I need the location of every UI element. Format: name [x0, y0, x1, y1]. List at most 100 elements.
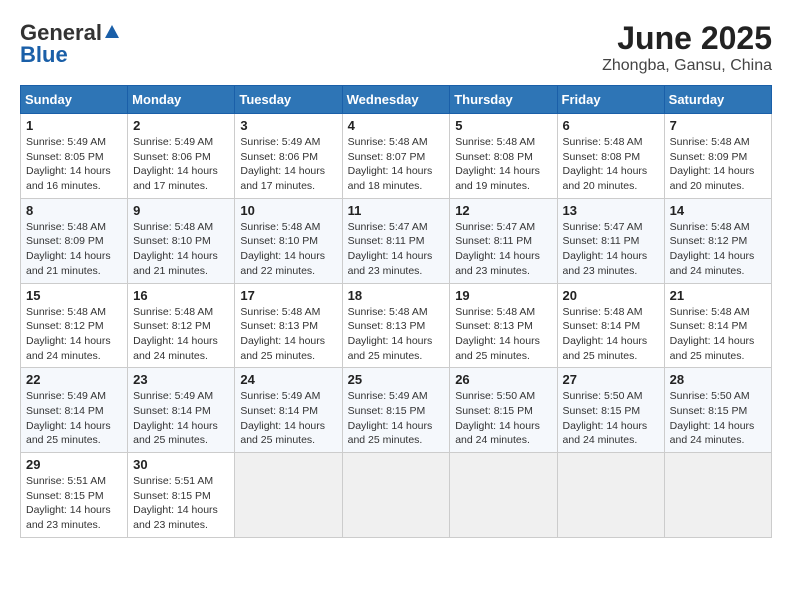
day-info: Sunrise: 5:50 AM Sunset: 8:15 PM Dayligh…: [563, 389, 659, 448]
calendar-cell: 15 Sunrise: 5:48 AM Sunset: 8:12 PM Dayli…: [21, 283, 128, 368]
day-number: 8: [26, 203, 122, 218]
day-info: Sunrise: 5:48 AM Sunset: 8:08 PM Dayligh…: [455, 135, 551, 194]
calendar-cell: 7Sunrise: 5:48 AM Sunset: 8:09 PM Daylig…: [664, 114, 771, 199]
day-number: 14: [670, 203, 766, 218]
calendar-cell: 26 Sunrise: 5:50 AM Sunset: 8:15 PM Dayli…: [450, 368, 557, 453]
day-info: Sunrise: 5:48 AM Sunset: 8:09 PM Dayligh…: [26, 220, 122, 279]
calendar-cell: 2 Sunrise: 5:49 AM Sunset: 8:06 PM Daylig…: [128, 114, 235, 199]
calendar-cell: 4Sunrise: 5:48 AM Sunset: 8:07 PM Daylig…: [342, 114, 450, 199]
calendar-cell: 16 Sunrise: 5:48 AM Sunset: 8:12 PM Dayli…: [128, 283, 235, 368]
calendar-cell: 23Sunrise: 5:49 AM Sunset: 8:14 PM Dayli…: [128, 368, 235, 453]
day-number: 10: [240, 203, 336, 218]
calendar-week-0: 1 Sunrise: 5:49 AM Sunset: 8:05 PM Daylig…: [21, 114, 772, 199]
day-number: 26: [455, 372, 551, 387]
day-info: Sunrise: 5:48 AM Sunset: 8:08 PM Dayligh…: [563, 135, 659, 194]
day-info: Sunrise: 5:49 AM Sunset: 8:15 PM Dayligh…: [348, 389, 445, 448]
calendar-cell: 17 Sunrise: 5:48 AM Sunset: 8:13 PM Dayli…: [235, 283, 342, 368]
day-info: Sunrise: 5:48 AM Sunset: 8:12 PM Dayligh…: [26, 305, 122, 364]
calendar-cell: 11 Sunrise: 5:47 AM Sunset: 8:11 PM Dayli…: [342, 198, 450, 283]
day-number: 16: [133, 288, 229, 303]
calendar-cell: [342, 453, 450, 538]
day-info: Sunrise: 5:48 AM Sunset: 8:13 PM Dayligh…: [455, 305, 551, 364]
calendar-week-2: 15 Sunrise: 5:48 AM Sunset: 8:12 PM Dayli…: [21, 283, 772, 368]
day-number: 6: [563, 118, 659, 133]
calendar-header-thursday: Thursday: [450, 86, 557, 114]
day-number: 25: [348, 372, 445, 387]
day-number: 30: [133, 457, 229, 472]
day-number: 18: [348, 288, 445, 303]
calendar-cell: 8 Sunrise: 5:48 AM Sunset: 8:09 PM Daylig…: [21, 198, 128, 283]
day-info: Sunrise: 5:48 AM Sunset: 8:12 PM Dayligh…: [670, 220, 766, 279]
calendar-cell: 28Sunrise: 5:50 AM Sunset: 8:15 PM Dayli…: [664, 368, 771, 453]
day-info: Sunrise: 5:49 AM Sunset: 8:14 PM Dayligh…: [240, 389, 336, 448]
calendar-week-1: 8 Sunrise: 5:48 AM Sunset: 8:09 PM Daylig…: [21, 198, 772, 283]
calendar-table: SundayMondayTuesdayWednesdayThursdayFrid…: [20, 85, 772, 538]
page-title: June 2025: [602, 20, 772, 57]
day-info: Sunrise: 5:47 AM Sunset: 8:11 PM Dayligh…: [348, 220, 445, 279]
calendar-header-monday: Monday: [128, 86, 235, 114]
day-number: 13: [563, 203, 659, 218]
day-info: Sunrise: 5:47 AM Sunset: 8:11 PM Dayligh…: [455, 220, 551, 279]
page-header: General Blue June 2025 Zhongba, Gansu, C…: [20, 20, 772, 75]
day-info: Sunrise: 5:48 AM Sunset: 8:10 PM Dayligh…: [240, 220, 336, 279]
day-info: Sunrise: 5:50 AM Sunset: 8:15 PM Dayligh…: [670, 389, 766, 448]
calendar-cell: 25 Sunrise: 5:49 AM Sunset: 8:15 PM Dayli…: [342, 368, 450, 453]
day-info: Sunrise: 5:47 AM Sunset: 8:11 PM Dayligh…: [563, 220, 659, 279]
day-info: Sunrise: 5:48 AM Sunset: 8:13 PM Dayligh…: [240, 305, 336, 364]
logo-triangle-icon: [105, 25, 119, 38]
title-block: June 2025 Zhongba, Gansu, China: [602, 20, 772, 75]
day-number: 24: [240, 372, 336, 387]
day-number: 15: [26, 288, 122, 303]
calendar-cell: 13 Sunrise: 5:47 AM Sunset: 8:11 PM Dayli…: [557, 198, 664, 283]
calendar-header-tuesday: Tuesday: [235, 86, 342, 114]
day-info: Sunrise: 5:50 AM Sunset: 8:15 PM Dayligh…: [455, 389, 551, 448]
day-info: Sunrise: 5:49 AM Sunset: 8:05 PM Dayligh…: [26, 135, 122, 194]
page-subtitle: Zhongba, Gansu, China: [602, 57, 772, 75]
day-info: Sunrise: 5:51 AM Sunset: 8:15 PM Dayligh…: [26, 474, 122, 533]
day-number: 23: [133, 372, 229, 387]
calendar-cell: 12 Sunrise: 5:47 AM Sunset: 8:11 PM Dayli…: [450, 198, 557, 283]
logo-blue: Blue: [20, 42, 68, 68]
day-info: Sunrise: 5:49 AM Sunset: 8:06 PM Dayligh…: [240, 135, 336, 194]
day-info: Sunrise: 5:48 AM Sunset: 8:10 PM Dayligh…: [133, 220, 229, 279]
day-info: Sunrise: 5:48 AM Sunset: 8:13 PM Dayligh…: [348, 305, 445, 364]
calendar-cell: 22Sunrise: 5:49 AM Sunset: 8:14 PM Dayli…: [21, 368, 128, 453]
day-info: Sunrise: 5:48 AM Sunset: 8:14 PM Dayligh…: [563, 305, 659, 364]
calendar-cell: [450, 453, 557, 538]
calendar-cell: [235, 453, 342, 538]
calendar-cell: 3Sunrise: 5:49 AM Sunset: 8:06 PM Daylig…: [235, 114, 342, 199]
calendar-header-saturday: Saturday: [664, 86, 771, 114]
day-info: Sunrise: 5:51 AM Sunset: 8:15 PM Dayligh…: [133, 474, 229, 533]
calendar-cell: 14 Sunrise: 5:48 AM Sunset: 8:12 PM Dayli…: [664, 198, 771, 283]
day-number: 11: [348, 203, 445, 218]
calendar-cell: 20Sunrise: 5:48 AM Sunset: 8:14 PM Dayli…: [557, 283, 664, 368]
day-info: Sunrise: 5:48 AM Sunset: 8:14 PM Dayligh…: [670, 305, 766, 364]
calendar-cell: 19 Sunrise: 5:48 AM Sunset: 8:13 PM Dayli…: [450, 283, 557, 368]
calendar-header-sunday: Sunday: [21, 86, 128, 114]
calendar-header-row: SundayMondayTuesdayWednesdayThursdayFrid…: [21, 86, 772, 114]
day-number: 17: [240, 288, 336, 303]
calendar-cell: 18 Sunrise: 5:48 AM Sunset: 8:13 PM Dayli…: [342, 283, 450, 368]
calendar-header-wednesday: Wednesday: [342, 86, 450, 114]
day-info: Sunrise: 5:48 AM Sunset: 8:07 PM Dayligh…: [348, 135, 445, 194]
calendar-cell: [557, 453, 664, 538]
day-number: 12: [455, 203, 551, 218]
day-number: 21: [670, 288, 766, 303]
day-number: 1: [26, 118, 122, 133]
calendar-week-4: 29Sunrise: 5:51 AM Sunset: 8:15 PM Dayli…: [21, 453, 772, 538]
calendar-cell: 29Sunrise: 5:51 AM Sunset: 8:15 PM Dayli…: [21, 453, 128, 538]
day-number: 2: [133, 118, 229, 133]
calendar-cell: 10 Sunrise: 5:48 AM Sunset: 8:10 PM Dayli…: [235, 198, 342, 283]
calendar-cell: 9 Sunrise: 5:48 AM Sunset: 8:10 PM Daylig…: [128, 198, 235, 283]
day-number: 27: [563, 372, 659, 387]
day-number: 9: [133, 203, 229, 218]
calendar-cell: 24 Sunrise: 5:49 AM Sunset: 8:14 PM Dayli…: [235, 368, 342, 453]
day-info: Sunrise: 5:48 AM Sunset: 8:12 PM Dayligh…: [133, 305, 229, 364]
day-info: Sunrise: 5:48 AM Sunset: 8:09 PM Dayligh…: [670, 135, 766, 194]
day-number: 19: [455, 288, 551, 303]
calendar-cell: 6 Sunrise: 5:48 AM Sunset: 8:08 PM Daylig…: [557, 114, 664, 199]
calendar-cell: 30 Sunrise: 5:51 AM Sunset: 8:15 PM Dayli…: [128, 453, 235, 538]
calendar-cell: 1 Sunrise: 5:49 AM Sunset: 8:05 PM Daylig…: [21, 114, 128, 199]
day-info: Sunrise: 5:49 AM Sunset: 8:06 PM Dayligh…: [133, 135, 229, 194]
day-info: Sunrise: 5:49 AM Sunset: 8:14 PM Dayligh…: [26, 389, 122, 448]
